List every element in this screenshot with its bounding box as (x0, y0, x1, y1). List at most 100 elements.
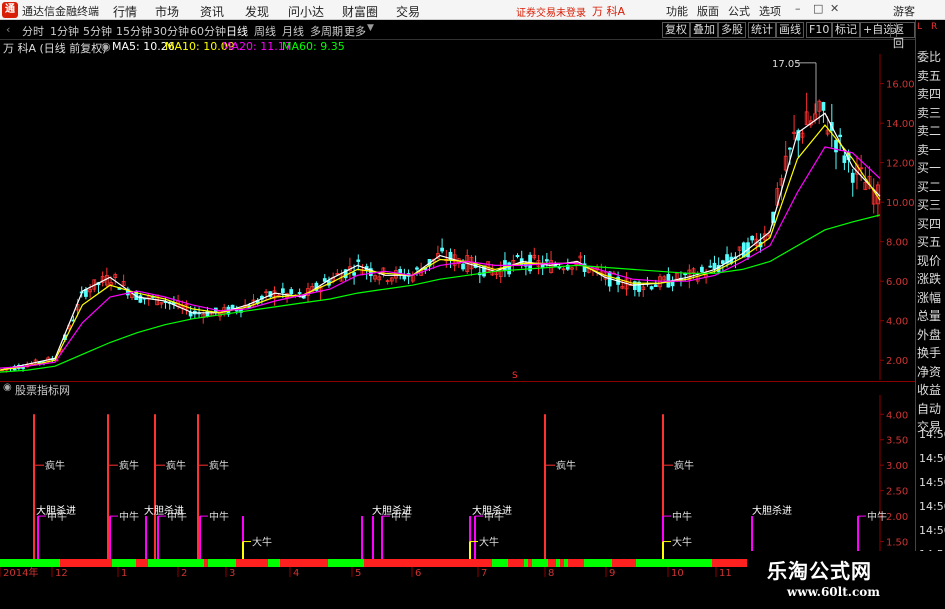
candle-body (850, 172, 855, 183)
period-daily[interactable]: 日线 (226, 23, 248, 39)
right-tab-11[interactable]: 现价 (917, 252, 945, 270)
minimize-icon[interactable]: – (795, 2, 807, 16)
menu-ask[interactable]: 问小达 (288, 3, 324, 20)
trend-strip-cell (560, 559, 565, 567)
ind-tick-label: 3.50 (886, 436, 908, 447)
right-tab-12[interactable]: 涨跌 (917, 270, 945, 288)
trend-strip-cell (288, 559, 293, 567)
x-tick-label: 2014年 (3, 566, 38, 579)
period-weekly[interactable]: 周线 (254, 23, 276, 39)
menu-market-quotes[interactable]: 行情 (113, 3, 137, 20)
right-tab-8[interactable]: 买三 (917, 196, 945, 214)
trend-strip-cell (544, 559, 549, 567)
multi-stock-button[interactable]: 多股 (718, 22, 746, 38)
statistics-button[interactable]: 统计 (748, 22, 776, 38)
menu-functions[interactable]: 功能 (666, 3, 688, 19)
legend-settings-icon[interactable]: ◉ (101, 40, 111, 53)
x-tick-label: 4 (293, 568, 299, 579)
menu-market[interactable]: 市场 (155, 3, 179, 20)
trend-strip-cell (0, 559, 5, 567)
right-tab-9[interactable]: 买四 (917, 215, 945, 233)
menu-options[interactable]: 选项 (759, 3, 781, 19)
trend-strip-cell (684, 559, 689, 567)
menu-discover[interactable]: 发现 (245, 3, 269, 20)
right-tab-5[interactable]: 卖一 (917, 141, 945, 159)
toolbar-collapse-icon[interactable]: ‹ (6, 23, 10, 36)
right-tab-17[interactable]: 净资 (917, 363, 945, 381)
trend-strip-cell (636, 559, 641, 567)
right-tab-14[interactable]: 总量 (917, 307, 945, 325)
period-1min[interactable]: 1分钟 (50, 23, 79, 39)
right-tab-16[interactable]: 换手 (917, 344, 945, 362)
candle-body (440, 247, 444, 252)
trend-strip-cell (88, 559, 93, 567)
ind-tick-label: 2.00 (886, 512, 908, 523)
trend-strip-cell (104, 559, 109, 567)
right-tab-19[interactable]: 自动 (917, 400, 945, 418)
label-crazy-bull: 疯牛 (674, 459, 694, 472)
right-time-1: 14:50 (919, 452, 945, 465)
more-dropdown-icon[interactable]: ▼ (367, 23, 374, 33)
right-tab-13[interactable]: 涨幅 (917, 289, 945, 307)
right-tab-2[interactable]: 卖四 (917, 85, 945, 103)
back-button[interactable]: 返回 (890, 22, 915, 50)
candle-body (289, 289, 294, 295)
trend-strip-cell (612, 559, 617, 567)
app-title: 通达信金融终端 (22, 5, 99, 18)
menu-formula[interactable]: 公式 (728, 3, 750, 19)
period-60min[interactable]: 60分钟 (190, 23, 226, 39)
trend-strip-cell (380, 559, 385, 567)
trend-strip-cell (44, 559, 49, 567)
right-tab-10[interactable]: 买五 (917, 233, 945, 251)
period-30min[interactable]: 30分钟 (153, 23, 189, 39)
right-tab-7[interactable]: 买二 (917, 178, 945, 196)
mark-button[interactable]: 标记 (832, 22, 860, 38)
trend-strip-cell (124, 559, 129, 567)
trend-strip-cell (460, 559, 465, 567)
right-tab-6[interactable]: 买一 (917, 159, 945, 177)
right-tab-1[interactable]: 卖五 (917, 67, 945, 85)
trend-strip-cell (444, 559, 449, 567)
menu-news[interactable]: 资讯 (200, 3, 224, 20)
period-monthly[interactable]: 月线 (282, 23, 304, 39)
trend-strip-cell (548, 559, 553, 567)
overlay-button[interactable]: 叠加 (690, 22, 718, 38)
trend-strip-cell (452, 559, 457, 567)
trend-strip-cell (432, 559, 437, 567)
period-more[interactable]: 更多 (344, 23, 366, 39)
login-status[interactable]: 证券交易未登录 (516, 4, 586, 19)
draw-line-button[interactable]: 画线 (776, 22, 804, 38)
trend-strip-cell (396, 559, 401, 567)
close-icon[interactable]: ✕ (830, 2, 842, 16)
trend-strip-cell (4, 559, 9, 567)
right-tab-0[interactable]: 委比 (917, 48, 945, 66)
trend-strip-cell (48, 559, 53, 567)
price-kline-chart[interactable]: 16.00 14.00 12.00 10.00 8.00 6.00 4.00 2.00 17.0… (0, 54, 915, 380)
maximize-icon[interactable]: □ (813, 2, 825, 16)
label-big-bull: 大牛 (252, 536, 272, 549)
menu-trade[interactable]: 交易 (396, 3, 420, 20)
label-mid-bull: 中牛 (119, 510, 139, 523)
period-5min[interactable]: 5分钟 (83, 23, 112, 39)
trend-strip-cell (212, 559, 217, 567)
trend-strip-cell (280, 559, 285, 567)
right-panel-r-label[interactable]: R (931, 22, 945, 32)
right-tab-4[interactable]: 卖二 (917, 122, 945, 140)
indicator-settings-icon[interactable]: ◉ (3, 382, 12, 393)
candle-body (322, 278, 327, 282)
period-15min[interactable]: 15分钟 (116, 23, 152, 39)
menu-wealth[interactable]: 财富圈 (342, 3, 378, 20)
right-tab-3[interactable]: 卖三 (917, 104, 945, 122)
right-tab-18[interactable]: 收益 (917, 381, 945, 399)
menu-layout[interactable]: 版面 (697, 3, 719, 19)
guest-label[interactable]: 游客 (893, 3, 915, 19)
trend-strip-cell (536, 559, 541, 567)
trend-strip-cell (376, 559, 381, 567)
watermark: 乐淘公式网 www.60lt.com (747, 551, 945, 609)
adjust-button[interactable]: 复权 (662, 22, 690, 38)
period-multi[interactable]: 多周期 (310, 23, 343, 39)
right-tab-15[interactable]: 外盘 (917, 326, 945, 344)
f10-button[interactable]: F10 (806, 22, 833, 38)
period-intraday[interactable]: 分时 (22, 23, 44, 39)
trend-strip-cell (244, 559, 249, 567)
